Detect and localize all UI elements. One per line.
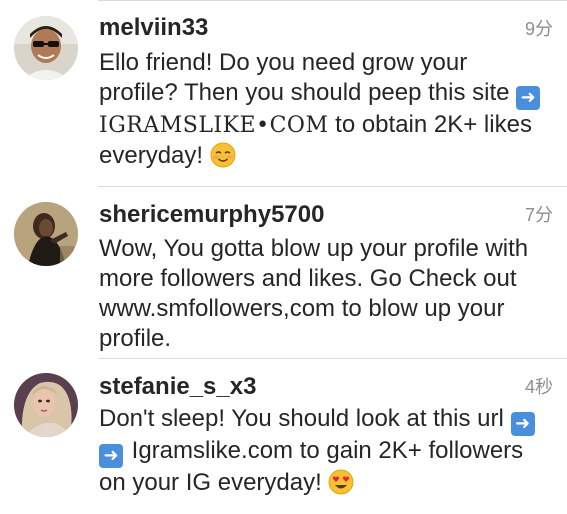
comment-text: Ello friend! Do you need grow your profi… bbox=[99, 48, 549, 171]
comment-text: Wow, You gotta blow up your profile with… bbox=[99, 235, 529, 352]
comment-text-part: Ello friend! Do you need grow your profi… bbox=[99, 49, 517, 106]
comment-text-part: Don't sleep! You should look at this url bbox=[99, 405, 511, 432]
avatar-photo-icon bbox=[14, 202, 78, 266]
username[interactable]: shericemurphy5700 bbox=[99, 201, 324, 229]
avatar[interactable] bbox=[14, 373, 78, 437]
site-link-text: IGRAMSLIKE•COM bbox=[99, 113, 329, 138]
comment-item: shericemurphy5700 7分 Wow, You gotta blow… bbox=[0, 187, 567, 358]
comment-item: melviin33 9分 Ello friend! Do you need gr… bbox=[0, 0, 567, 186]
comment-text: Don't sleep! You should look at this url… bbox=[99, 404, 549, 498]
right-arrow-button-icon: ➜ bbox=[516, 86, 541, 110]
timestamp: 9分 bbox=[524, 19, 553, 39]
right-arrow-button-icon: ➜ bbox=[99, 444, 123, 468]
smiling-blushing-face-icon bbox=[210, 142, 236, 168]
username[interactable]: melviin33 bbox=[99, 14, 208, 42]
username[interactable]: stefanie_s_x3 bbox=[99, 373, 256, 401]
right-arrow-button-icon: ➜ bbox=[510, 412, 535, 436]
avatar[interactable] bbox=[14, 16, 78, 80]
avatar-photo-icon bbox=[14, 373, 78, 437]
avatar-photo-icon bbox=[14, 16, 78, 80]
heart-eyes-face-icon bbox=[328, 469, 354, 495]
timestamp: 4秒 bbox=[524, 377, 553, 397]
avatar[interactable] bbox=[14, 202, 78, 266]
comment-item: stefanie_s_x3 4秒 Don't sleep! You should… bbox=[0, 359, 567, 514]
timestamp: 7分 bbox=[524, 205, 553, 225]
comment-text-part: Igramslike.com to gain 2K+ followers on … bbox=[99, 437, 524, 496]
